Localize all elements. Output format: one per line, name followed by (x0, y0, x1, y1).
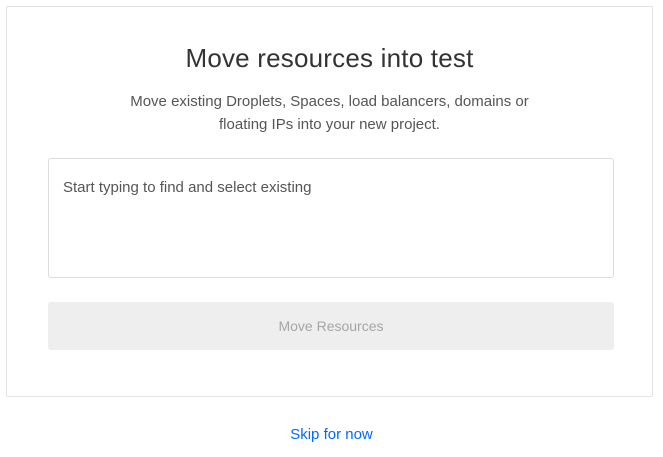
page-title: Move resources into test (185, 43, 474, 73)
subtitle-line-2: floating IPs into your new project. (219, 116, 440, 133)
move-resources-button[interactable]: Move Resources (48, 302, 614, 350)
skip-link-container: Skip for now (0, 426, 663, 443)
subtitle-line-1: Move existing Droplets, Spaces, load bal… (130, 93, 529, 110)
move-resources-card: Move resources into test Move existing D… (6, 6, 653, 397)
resource-search-input[interactable] (48, 158, 614, 278)
page-subtitle: Move existing Droplets, Spaces, load bal… (107, 90, 552, 136)
skip-for-now-link[interactable]: Skip for now (290, 426, 373, 443)
